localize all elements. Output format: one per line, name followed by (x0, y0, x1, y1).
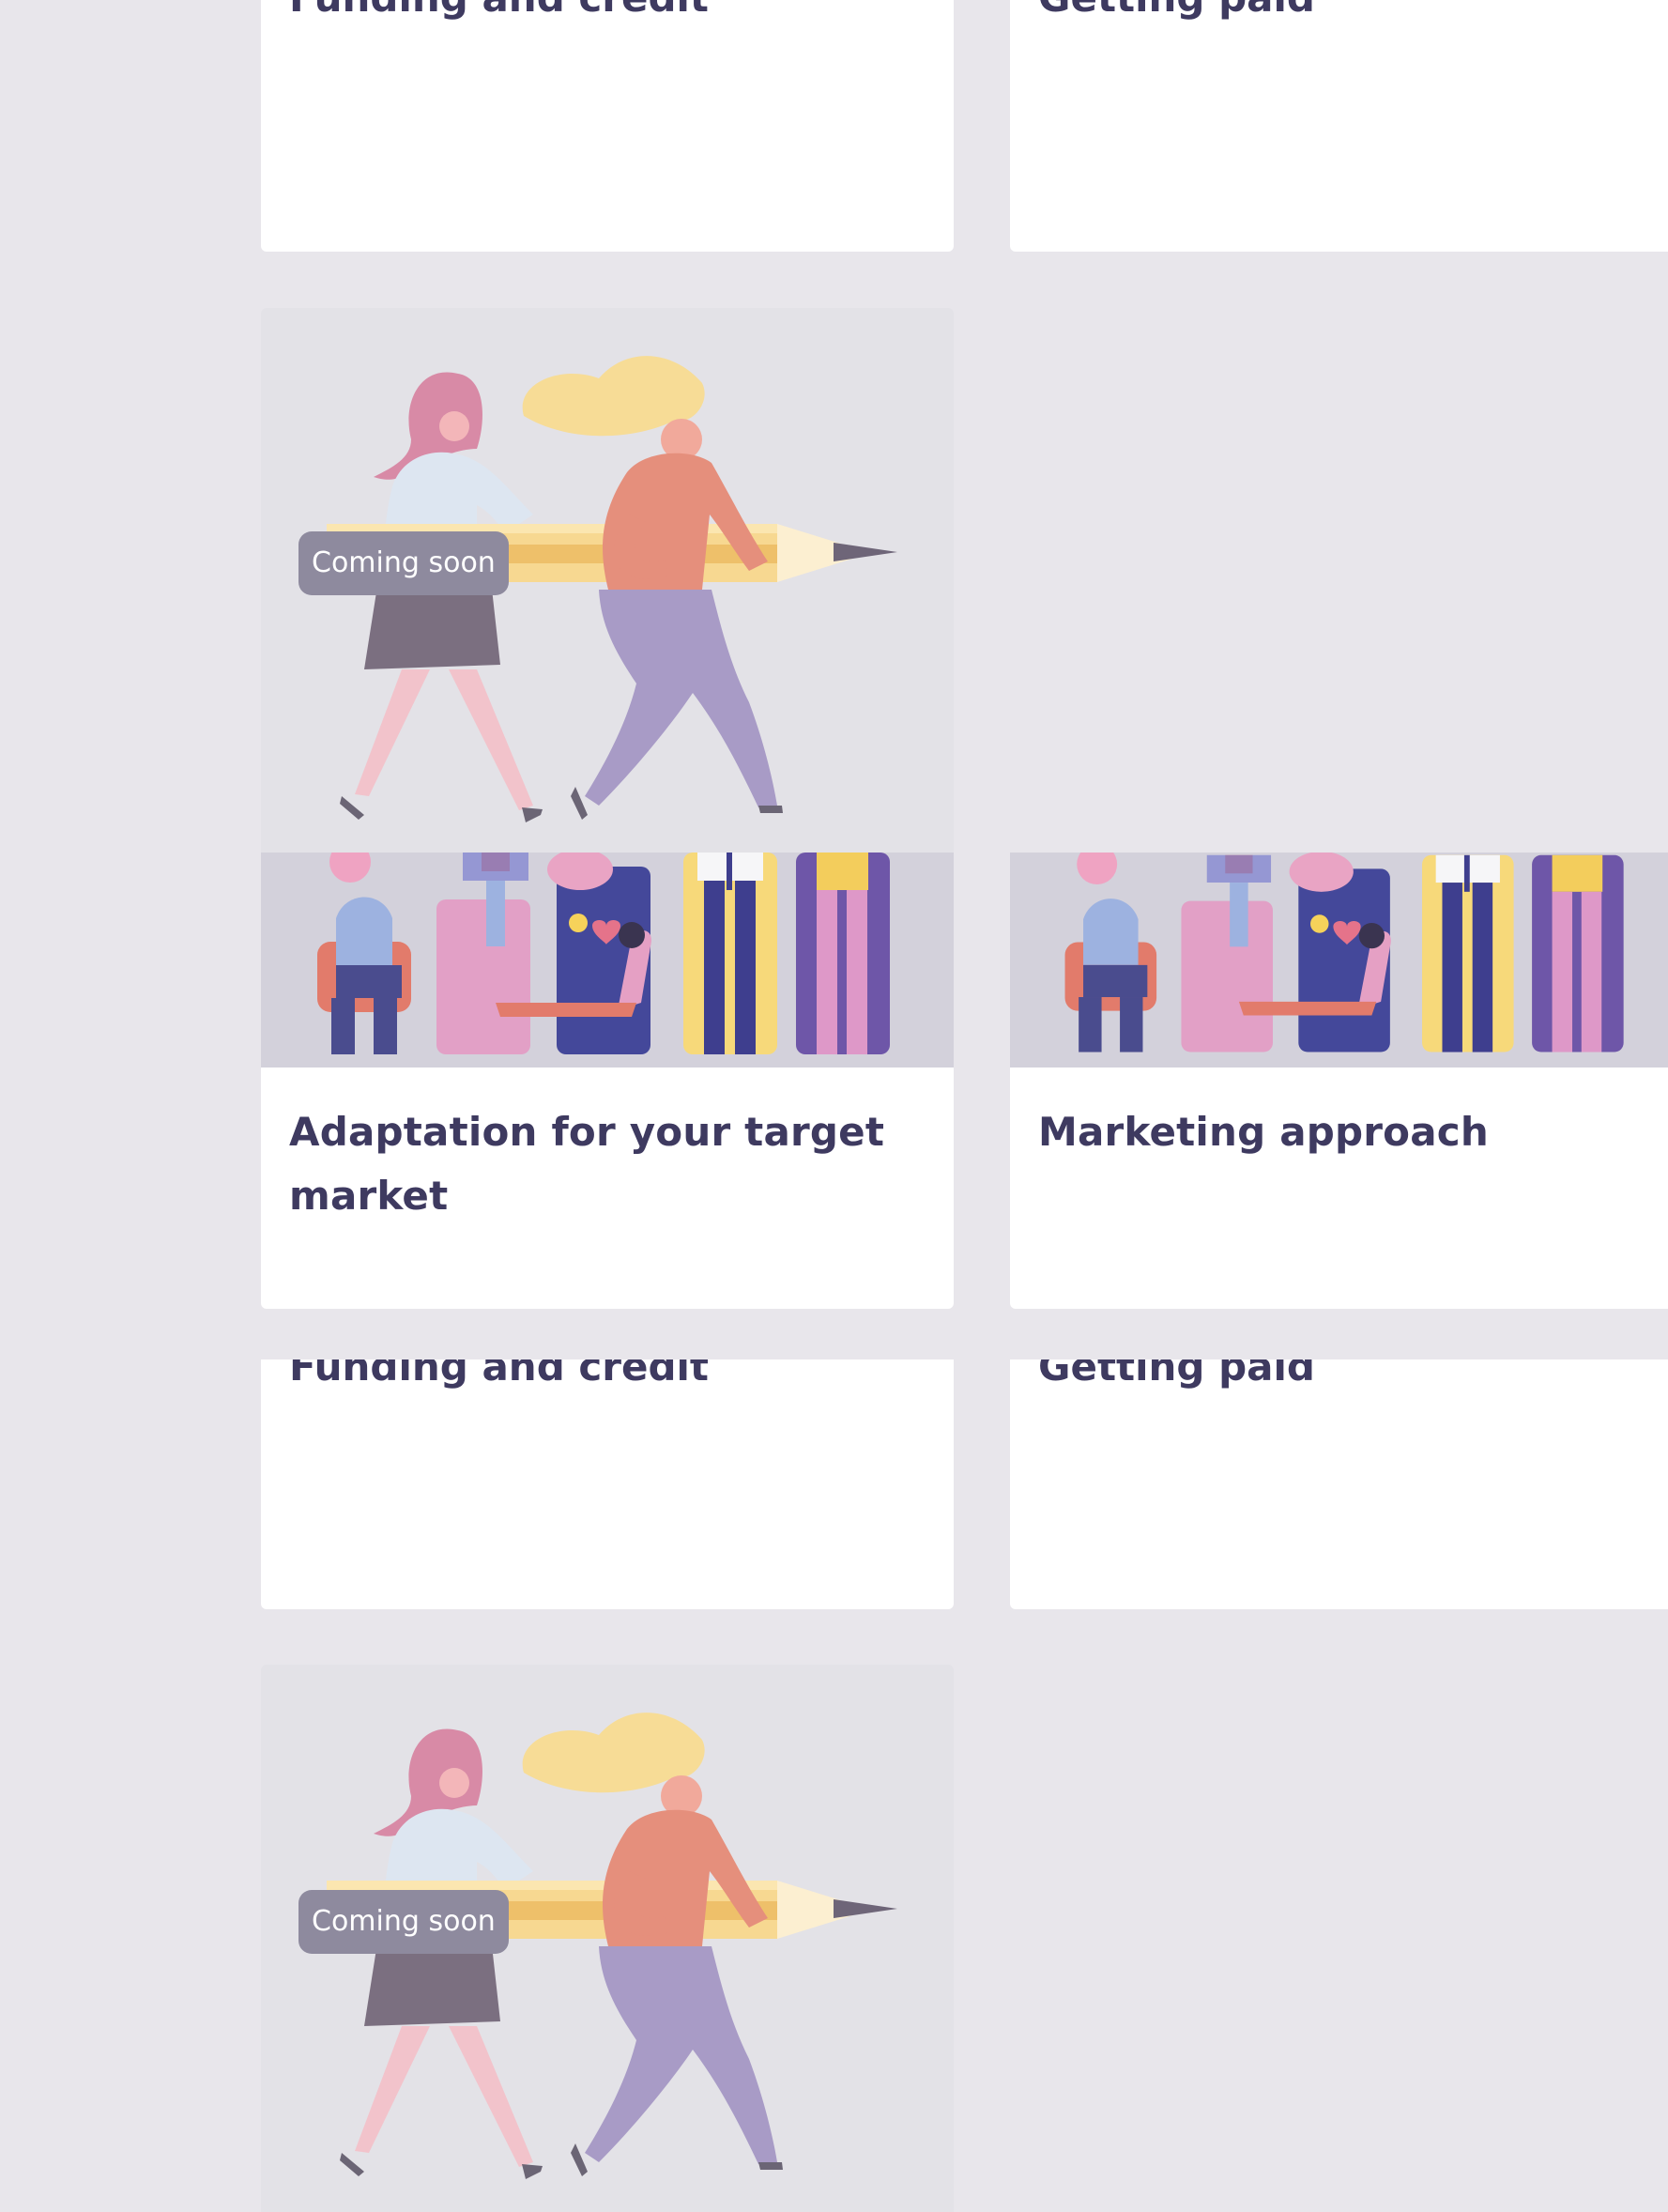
course-card-getting-paid-top[interactable]: Getting paid (1010, 0, 1668, 252)
course-card-getting-paid[interactable]: Getting paid (1010, 1359, 1668, 1609)
course-card-funding[interactable]: Funding and credit (261, 1359, 954, 1609)
coming-soon-card: Coming soon (261, 1665, 954, 2212)
social-media-people-illustration (1064, 853, 1624, 1052)
course-card-adaptation[interactable]: Adaptation for your target market (261, 853, 954, 1309)
course-grid-page: Funding and credit Getting paid (0, 0, 1668, 2212)
social-media-people-illustration (317, 853, 890, 1054)
card-title: Funding and credit (289, 0, 709, 26)
card-image (1010, 853, 1668, 1068)
card-title: Getting paid (1038, 1359, 1315, 1390)
coming-soon-badge: Coming soon (298, 531, 509, 595)
card-title: Getting paid (1038, 0, 1315, 26)
card-title: Marketing approach (1038, 1109, 1489, 1155)
coming-soon-card: Coming soon (261, 308, 954, 853)
card-title: Adaptation for your target market (289, 1109, 885, 1219)
card-image (261, 853, 954, 1068)
course-card-funding-top[interactable]: Funding and credit (261, 0, 954, 252)
card-title: Funding and credit (289, 1359, 710, 1390)
coming-soon-badge: Coming soon (298, 1890, 509, 1954)
course-card-marketing[interactable]: Marketing approach (1010, 853, 1668, 1309)
